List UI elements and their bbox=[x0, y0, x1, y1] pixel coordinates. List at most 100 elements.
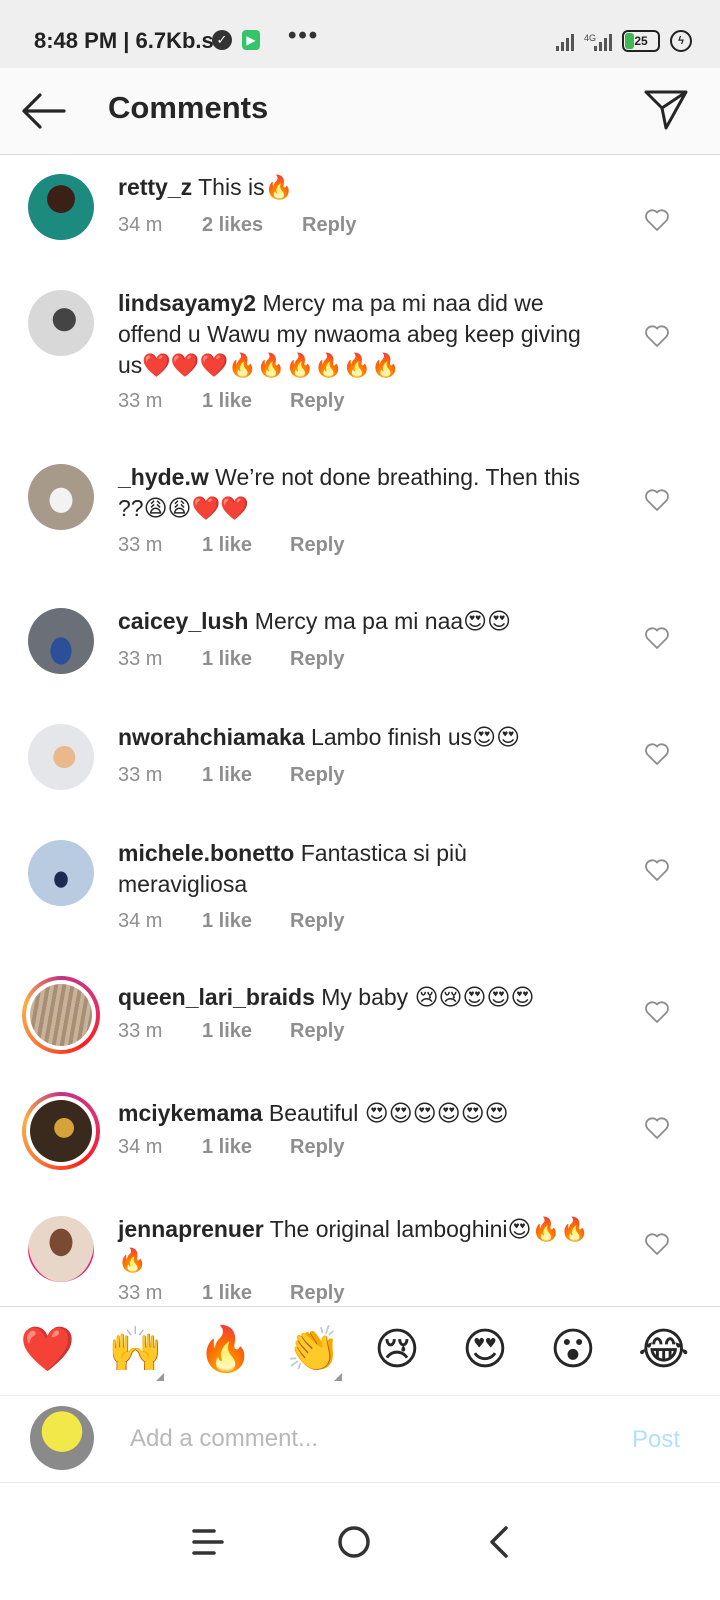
reply-button[interactable]: Reply bbox=[290, 390, 344, 413]
like-heart-icon[interactable] bbox=[644, 1116, 670, 1140]
comment-username[interactable]: mciykemama bbox=[118, 1100, 263, 1126]
like-heart-icon[interactable] bbox=[644, 858, 670, 882]
comment-username[interactable]: _hyde.w bbox=[118, 464, 209, 490]
reply-button[interactable]: Reply bbox=[290, 1136, 344, 1159]
menu-icon[interactable] bbox=[188, 1522, 228, 1562]
comments-list[interactable]: retty_z This is🔥 34 m 2 likes Reply lind… bbox=[0, 156, 720, 1306]
post-button[interactable]: Post bbox=[632, 1426, 680, 1454]
avatar bbox=[30, 1406, 94, 1470]
signal-icon bbox=[555, 31, 574, 51]
avatar[interactable] bbox=[28, 290, 94, 356]
reaction-surprised[interactable]: 😮 bbox=[550, 1325, 596, 1375]
back-button[interactable] bbox=[18, 88, 68, 134]
avatar[interactable] bbox=[28, 1216, 94, 1282]
system-nav-bar bbox=[0, 1484, 720, 1600]
comment-time: 33 m bbox=[118, 534, 163, 556]
comment-username[interactable]: lindsayamy2 bbox=[118, 290, 256, 316]
comment-likes[interactable]: 1 like bbox=[202, 648, 290, 671]
avatar-story-ring[interactable] bbox=[22, 976, 100, 1054]
page-title: Comments bbox=[108, 90, 269, 125]
like-heart-icon[interactable] bbox=[644, 1232, 670, 1256]
reply-button[interactable]: Reply bbox=[290, 764, 344, 787]
comment-time: 34 m bbox=[118, 910, 163, 932]
skin-tone-indicator-icon bbox=[156, 1373, 164, 1381]
comment-text: caicey_lush Mercy ma pa mi naa😍😍 bbox=[118, 606, 598, 637]
comment-item: lindsayamy2 Mercy ma pa mi naa did we of… bbox=[0, 288, 720, 438]
battery-level: 25 bbox=[634, 34, 648, 48]
reaction-clapping[interactable]: 👏 bbox=[286, 1325, 341, 1375]
like-heart-icon[interactable] bbox=[644, 488, 670, 512]
reply-button[interactable]: Reply bbox=[290, 910, 344, 933]
avatar[interactable] bbox=[28, 840, 94, 906]
reaction-heart-eyes[interactable]: 😍 bbox=[462, 1325, 508, 1375]
like-heart-icon[interactable] bbox=[644, 742, 670, 766]
avatar[interactable] bbox=[28, 174, 94, 240]
avatar[interactable] bbox=[28, 724, 94, 790]
more-notifications-icon: ••• bbox=[288, 22, 320, 49]
comment-likes[interactable]: 1 like bbox=[202, 1136, 290, 1159]
comment-time: 33 m bbox=[118, 764, 163, 786]
comment-input[interactable] bbox=[128, 1418, 572, 1460]
comment-item: retty_z This is🔥 34 m 2 likes Reply bbox=[0, 172, 720, 272]
reaction-laughing[interactable]: 😂 bbox=[638, 1325, 689, 1375]
like-heart-icon[interactable] bbox=[644, 208, 670, 232]
reply-button[interactable]: Reply bbox=[290, 534, 344, 557]
comment-time: 33 m bbox=[118, 390, 163, 412]
comment-username[interactable]: queen_lari_braids bbox=[118, 984, 315, 1010]
comment-likes[interactable]: 1 like bbox=[202, 1020, 290, 1043]
reaction-heart[interactable]: ❤️ bbox=[20, 1325, 75, 1375]
comment-username[interactable]: retty_z bbox=[118, 174, 192, 200]
battery-icon: 25 bbox=[622, 30, 660, 52]
comment-likes[interactable]: 1 like bbox=[202, 534, 290, 557]
like-heart-icon[interactable] bbox=[644, 626, 670, 650]
comment-item: queen_lari_braids My baby 😢😢😍😍😍 33 m 1 l… bbox=[0, 976, 720, 1072]
comment-username[interactable]: jennaprenuer bbox=[118, 1216, 264, 1242]
comment-text: retty_z This is🔥 bbox=[118, 172, 598, 203]
avatar[interactable] bbox=[28, 608, 94, 674]
comments-header: Comments bbox=[0, 68, 720, 155]
reaction-raising-hands[interactable]: 🙌 bbox=[108, 1325, 163, 1375]
comment-message: My baby 😢😢😍😍😍 bbox=[314, 984, 535, 1010]
comment-message: Beautiful 😍😍😍😍😍😍 bbox=[262, 1100, 509, 1126]
comment-likes[interactable]: 1 like bbox=[202, 764, 290, 787]
like-heart-icon[interactable] bbox=[644, 1000, 670, 1024]
avatar-story-ring[interactable] bbox=[22, 1092, 100, 1170]
back-icon[interactable] bbox=[480, 1522, 520, 1562]
comment-username[interactable]: nworahchiamaka bbox=[118, 724, 305, 750]
reply-button[interactable]: Reply bbox=[290, 1020, 344, 1043]
reaction-fire[interactable]: 🔥 bbox=[198, 1325, 253, 1375]
comment-time: 33 m bbox=[118, 648, 163, 670]
comment-likes[interactable]: 2 likes bbox=[202, 214, 302, 237]
avatar[interactable] bbox=[28, 464, 94, 530]
reply-button[interactable]: Reply bbox=[290, 648, 344, 671]
check-badge-icon: ✓ bbox=[212, 30, 232, 50]
reply-button[interactable]: Reply bbox=[302, 214, 356, 237]
reply-button[interactable]: Reply bbox=[290, 1282, 344, 1305]
direct-send-icon bbox=[644, 90, 688, 130]
comment-item: mciykemama Beautiful 😍😍😍😍😍😍 34 m 1 like … bbox=[0, 1092, 720, 1188]
avatar bbox=[30, 984, 92, 1046]
comment-username[interactable]: caicey_lush bbox=[118, 608, 248, 634]
app-notification-icon: ▶ bbox=[242, 30, 260, 50]
comment-message: Mercy ma pa mi naa😍😍 bbox=[248, 608, 512, 634]
comment-likes[interactable]: 1 like bbox=[202, 910, 290, 933]
reaction-crying[interactable]: 😢 bbox=[374, 1325, 420, 1375]
like-heart-icon[interactable] bbox=[644, 324, 670, 348]
comment-likes[interactable]: 1 like bbox=[202, 1282, 290, 1305]
status-bar: 8:48 PM | 6.7Kb.s ✓ ▶ ••• 4G 25 ϟ bbox=[0, 0, 720, 68]
comment-time: 34 m bbox=[118, 1136, 163, 1158]
home-icon[interactable] bbox=[334, 1522, 374, 1562]
comment-text: queen_lari_braids My baby 😢😢😍😍😍 bbox=[118, 982, 598, 1013]
comment-message: This is🔥 bbox=[192, 174, 294, 200]
comment-composer: Post bbox=[0, 1396, 720, 1483]
share-button[interactable] bbox=[642, 86, 690, 134]
comment-time: 34 m bbox=[118, 214, 163, 236]
comment-item: jennaprenuer The original lamboghini😍🔥🔥🔥… bbox=[0, 1214, 720, 1306]
network-type: 4G bbox=[583, 33, 596, 43]
comment-username[interactable]: michele.bonetto bbox=[118, 840, 294, 866]
quick-reactions-bar: ❤️ 🙌 🔥 👏 😢 😍 😮 😂 bbox=[0, 1306, 720, 1396]
signal-4g-icon bbox=[594, 31, 612, 51]
comment-text: mciykemama Beautiful 😍😍😍😍😍😍 bbox=[118, 1098, 598, 1129]
comment-text: jennaprenuer The original lamboghini😍🔥🔥🔥 bbox=[118, 1214, 598, 1276]
comment-likes[interactable]: 1 like bbox=[202, 390, 290, 413]
